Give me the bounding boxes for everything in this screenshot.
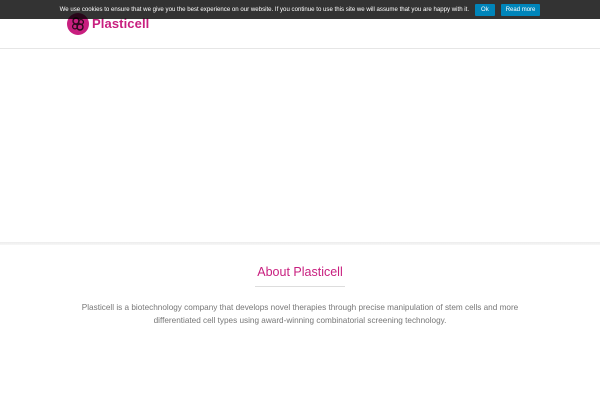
about-title: About Plasticell bbox=[257, 265, 343, 279]
about-description: Plasticell is a biotechnology company th… bbox=[81, 303, 519, 325]
page: Plasticell We use cookies to ensure that… bbox=[0, 0, 600, 400]
cookie-read-more-button[interactable]: Read more bbox=[500, 3, 541, 16]
cookie-message: We use cookies to ensure that we give yo… bbox=[59, 6, 470, 13]
hero-section bbox=[0, 49, 600, 242]
about-title-underline bbox=[255, 286, 345, 287]
about-section: About Plasticell Plasticell is a biotech… bbox=[0, 245, 600, 400]
cookie-ok-button[interactable]: Ok bbox=[475, 3, 495, 16]
cookie-consent-bar: We use cookies to ensure that we give yo… bbox=[0, 0, 600, 19]
